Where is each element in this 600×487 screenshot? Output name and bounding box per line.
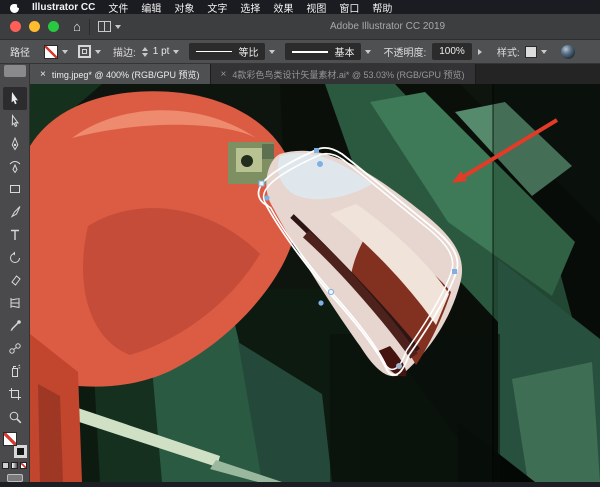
- menu-effect[interactable]: 效果: [273, 0, 293, 15]
- width-profile-preview: [196, 51, 232, 52]
- direct-selection-tool[interactable]: [3, 110, 27, 133]
- stroke-weight-value[interactable]: 1 pt: [153, 46, 170, 57]
- gradient-button[interactable]: [11, 462, 18, 469]
- style-chevron-icon[interactable]: [541, 50, 547, 57]
- rotate-tool[interactable]: [3, 246, 27, 269]
- minimize-window-button[interactable]: [29, 21, 40, 32]
- fill-chevron-icon[interactable]: [62, 50, 68, 57]
- tools-panel: [0, 84, 30, 482]
- none-button[interactable]: [20, 462, 27, 469]
- menu-window[interactable]: 窗口: [339, 0, 359, 15]
- brush-chevron-icon[interactable]: [365, 50, 371, 57]
- curvature-tool[interactable]: [3, 155, 27, 178]
- color-button[interactable]: [2, 462, 9, 469]
- brush-definition-label: 基本: [334, 44, 354, 59]
- opacity-panel-chevron-icon[interactable]: [478, 49, 485, 55]
- graphic-style-swatch[interactable]: [525, 46, 537, 58]
- fill-proxy[interactable]: [3, 432, 17, 446]
- document-tab-label: timg.jpeg* @ 400% (RGB/GPU 预览): [52, 68, 200, 81]
- menu-select[interactable]: 选择: [240, 0, 260, 15]
- symbol-sprayer-tool[interactable]: [3, 360, 27, 383]
- canvas-artwork: [30, 84, 600, 482]
- screen-mode-button[interactable]: [7, 474, 23, 482]
- pen-tool[interactable]: [3, 133, 27, 156]
- style-label: 样式:: [497, 44, 520, 59]
- type-tool[interactable]: [3, 224, 27, 247]
- color-mode-buttons: [2, 462, 27, 469]
- control-bar: 路径 描边: 1 pt 等比 基本 不透明度: 100% 样式:: [0, 40, 600, 64]
- home-icon[interactable]: ⌂: [73, 19, 81, 34]
- zoom-tool[interactable]: [3, 406, 27, 429]
- document-tab-inactive[interactable]: × 4款彩色鸟类设计矢量素材.ai* @ 53.03% (RGB/GPU 预览): [211, 64, 476, 84]
- globe-icon[interactable]: [561, 45, 575, 59]
- opacity-field[interactable]: 100%: [432, 43, 472, 60]
- app-bar: ⌂ Adobe Illustrator CC 2019: [0, 14, 600, 40]
- stroke-proxy[interactable]: [14, 445, 27, 458]
- blend-tool[interactable]: [3, 337, 27, 360]
- width-profile-label: 等比: [238, 44, 258, 59]
- opacity-value: 100%: [439, 46, 465, 57]
- brush-definition-dropdown[interactable]: 基本: [285, 43, 361, 60]
- stroke-color-swatch[interactable]: [78, 45, 91, 58]
- eraser-tool[interactable]: [3, 269, 27, 292]
- width-profile-dropdown[interactable]: 等比: [189, 43, 265, 60]
- document-tab-label: 4款彩色鸟类设计矢量素材.ai* @ 53.03% (RGB/GPU 预览): [232, 68, 464, 81]
- apple-menu-icon[interactable]: [10, 2, 19, 13]
- artboard-tool[interactable]: [3, 383, 27, 406]
- toolbar-panel-grip[interactable]: [0, 64, 30, 84]
- artboard-edge: [493, 84, 600, 482]
- menu-view[interactable]: 视图: [306, 0, 326, 15]
- selection-context-label: 路径: [10, 44, 30, 59]
- document-tab-bar: × timg.jpeg* @ 400% (RGB/GPU 预览) × 4款彩色鸟…: [0, 64, 600, 84]
- fill-stroke-indicator[interactable]: [3, 432, 27, 458]
- divider: [89, 19, 90, 35]
- menu-bar: Illustrator CC 文件 编辑 对象 文字 选择 效果 视图 窗口 帮…: [0, 0, 600, 14]
- eyedropper-tool[interactable]: [3, 315, 27, 338]
- menu-object[interactable]: 对象: [174, 0, 194, 15]
- document-tab-active[interactable]: × timg.jpeg* @ 400% (RGB/GPU 预览): [30, 64, 211, 84]
- opacity-label: 不透明度:: [383, 44, 426, 59]
- stroke-weight-chevron-icon[interactable]: [173, 50, 179, 57]
- stroke-chevron-icon[interactable]: [95, 50, 101, 57]
- width-profile-chevron-icon[interactable]: [269, 50, 275, 57]
- selection-tool[interactable]: [3, 87, 27, 110]
- document-canvas[interactable]: [30, 84, 600, 482]
- arrange-documents-icon[interactable]: [98, 21, 111, 32]
- brush-preview: [292, 51, 328, 53]
- close-icon[interactable]: ×: [40, 69, 46, 80]
- fill-color-swatch[interactable]: [44, 45, 58, 59]
- menu-help[interactable]: 帮助: [372, 0, 392, 15]
- zoom-window-button[interactable]: [48, 21, 59, 32]
- paintbrush-tool[interactable]: [3, 201, 27, 224]
- chevron-down-icon[interactable]: [115, 25, 121, 32]
- menu-file[interactable]: 文件: [108, 0, 128, 15]
- stroke-weight-label: 描边:: [113, 44, 136, 59]
- app-menu[interactable]: Illustrator CC: [32, 2, 95, 13]
- close-icon[interactable]: ×: [221, 69, 227, 80]
- rectangle-tool[interactable]: [3, 178, 27, 201]
- close-window-button[interactable]: [10, 21, 21, 32]
- perspective-grid-tool[interactable]: [3, 292, 27, 315]
- stroke-weight-stepper[interactable]: [142, 44, 148, 60]
- app-title: Adobe Illustrator CC 2019: [330, 21, 445, 32]
- menu-edit[interactable]: 编辑: [141, 0, 161, 15]
- menu-type[interactable]: 文字: [207, 0, 227, 15]
